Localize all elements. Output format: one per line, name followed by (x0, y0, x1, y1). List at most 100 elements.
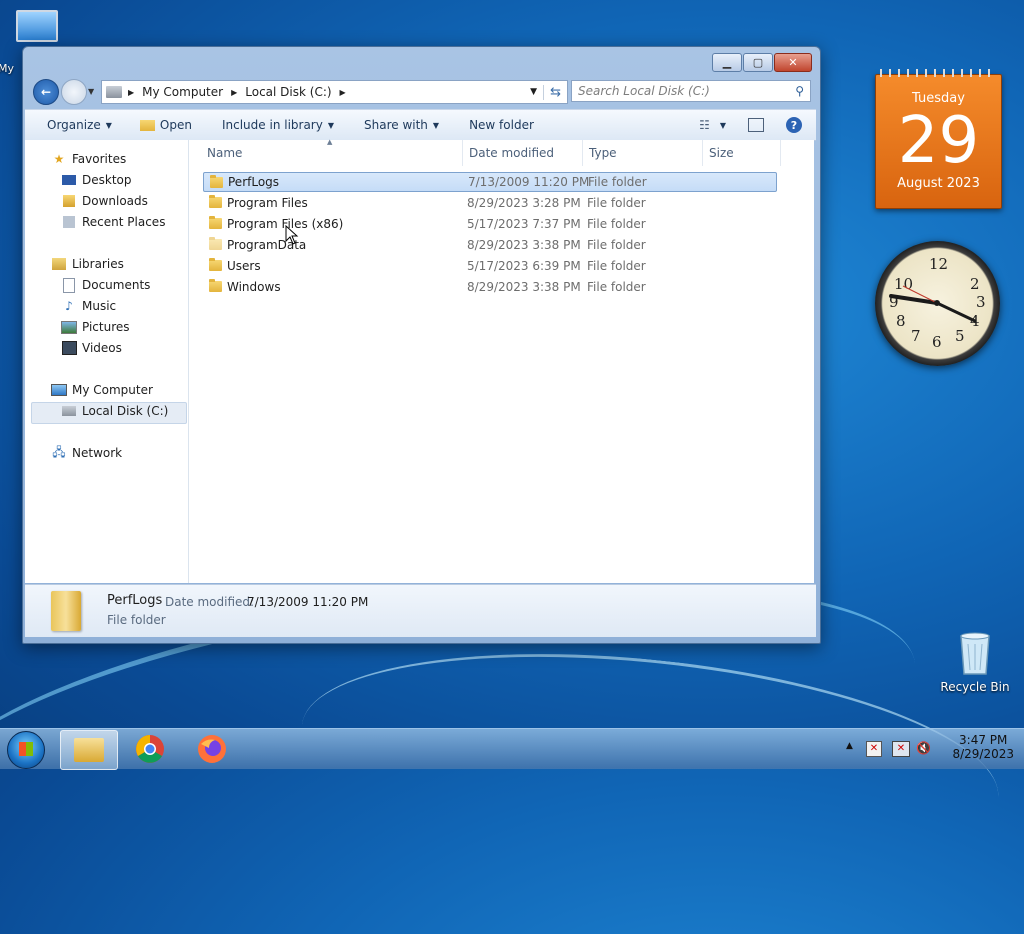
nav-item-favorites[interactable]: ★ Favorites (51, 152, 127, 166)
volume-muted-icon[interactable]: 🔇 (916, 741, 931, 755)
nav-label: My Computer (72, 383, 153, 397)
address-bar[interactable]: ▶ My Computer ▶ Local Disk (C:) ▶ ▼ ⇆ (101, 80, 568, 104)
back-arrow-icon: ← (40, 85, 52, 99)
taskbar-chrome-button[interactable] (122, 730, 178, 768)
address-dropdown[interactable]: ▼ (530, 87, 537, 97)
file-name: PerfLogs (228, 175, 280, 189)
folder-icon (210, 175, 223, 188)
file-type: File folder (588, 175, 647, 189)
desktop-icon-label: Recycle Bin (940, 680, 1010, 694)
view-options-button[interactable]: ☷ ▼ (699, 118, 726, 132)
start-button[interactable] (7, 731, 45, 769)
nav-label: Desktop (82, 173, 132, 187)
column-header-type[interactable]: Type (583, 140, 703, 166)
system-clock[interactable]: 3:47 PM 8/29/2023 (952, 733, 1014, 761)
folder-icon (209, 237, 222, 250)
column-header-size[interactable]: Size (703, 140, 781, 166)
nav-item-pictures[interactable]: Pictures (61, 320, 130, 334)
nav-item-network[interactable]: 🖧 Network (51, 445, 123, 461)
maximize-button[interactable]: ▢ (743, 53, 773, 72)
nav-item-libraries[interactable]: Libraries (51, 257, 124, 271)
nav-item-recent-places[interactable]: Recent Places (61, 215, 165, 229)
nav-label: Network (72, 446, 123, 460)
file-date: 5/17/2023 7:37 PM (467, 217, 581, 231)
column-header-date[interactable]: Date modified (463, 140, 583, 166)
details-name: PerfLogs (107, 593, 163, 608)
open-label: Open (159, 118, 192, 132)
file-row[interactable]: PerfLogs 7/13/2009 11:20 PM File folder (203, 172, 777, 192)
folder-icon (209, 195, 222, 208)
chevron-right-icon[interactable]: ▶ (340, 88, 346, 97)
file-row[interactable]: Windows 8/29/2023 3:38 PM File folder (203, 277, 777, 297)
recycle-bin-icon (960, 632, 990, 675)
file-name: Users (227, 259, 261, 273)
breadcrumb-my-computer[interactable]: My Computer (142, 85, 223, 99)
back-button[interactable]: ← (33, 79, 59, 105)
clock-gadget[interactable]: 12 2 3 4 5 6 7 8 9 10 (875, 241, 1000, 366)
organize-button[interactable]: Organize ▼ (47, 118, 112, 132)
include-in-library-button[interactable]: Include in library ▼ (222, 118, 334, 132)
file-list: ▲ Name Date modified Type Size PerfLogs … (189, 138, 814, 583)
windows-logo-icon (19, 742, 33, 756)
preview-pane-button[interactable] (748, 118, 764, 132)
taskbar-explorer-button[interactable] (60, 730, 118, 770)
open-button[interactable]: Open (139, 118, 192, 132)
show-hidden-icons-button[interactable]: ▲ (846, 741, 853, 751)
folder-large-icon (51, 591, 81, 631)
explorer-window[interactable]: ▁ ▢ ✕ ← ▼ ▶ My Computer ▶ Local Disk (C:… (22, 46, 821, 644)
close-button[interactable]: ✕ (774, 53, 812, 72)
music-icon: ♪ (65, 299, 73, 313)
clock-date: 8/29/2023 (952, 747, 1014, 761)
help-button[interactable]: ? (786, 117, 802, 133)
nav-item-videos[interactable]: Videos (61, 341, 122, 355)
nav-label: Pictures (82, 320, 130, 334)
nav-label: Documents (82, 278, 151, 292)
chevron-right-icon[interactable]: ▶ (231, 88, 237, 97)
forward-button[interactable] (61, 79, 87, 105)
nav-item-downloads[interactable]: Downloads (61, 194, 148, 208)
new-folder-button[interactable]: New folder (469, 118, 534, 132)
star-icon: ★ (53, 152, 65, 166)
organize-label: Organize (47, 118, 101, 132)
nav-label: Videos (82, 341, 122, 355)
nav-item-desktop[interactable]: Desktop (61, 173, 132, 187)
taskbar-firefox-button[interactable] (184, 730, 240, 768)
network-status-icon[interactable]: ✕ (892, 741, 910, 757)
column-header-label: Type (589, 146, 617, 160)
chevron-right-icon[interactable]: ▶ (128, 88, 134, 97)
nav-item-music[interactable]: ♪ Music (61, 299, 116, 313)
nav-item-local-disk[interactable]: Local Disk (C:) (61, 404, 168, 418)
search-icon[interactable]: ⚲ (795, 84, 804, 98)
recent-pages-dropdown[interactable]: ▼ (88, 87, 94, 96)
calendar-rings (880, 69, 997, 77)
nav-label: Libraries (72, 257, 124, 271)
calendar-gadget[interactable]: Tuesday 29 August 2023 (875, 69, 1002, 209)
firefox-icon (198, 735, 226, 763)
nav-item-documents[interactable]: Documents (61, 277, 151, 293)
file-row[interactable]: Users 5/17/2023 6:39 PM File folder (203, 256, 777, 276)
refresh-icon[interactable]: ⇆ (543, 84, 567, 100)
chrome-icon (136, 735, 164, 763)
action-center-icon[interactable]: ✕ (866, 741, 882, 757)
file-type: File folder (587, 196, 646, 210)
caption-buttons: ▁ ▢ ✕ (711, 53, 812, 72)
nav-item-my-computer[interactable]: My Computer (51, 383, 153, 397)
minimize-button[interactable]: ▁ (712, 53, 742, 72)
computer-icon (16, 10, 58, 42)
share-with-button[interactable]: Share with ▼ (364, 118, 439, 132)
file-type: File folder (587, 280, 646, 294)
calendar-month-year: August 2023 (897, 176, 980, 191)
file-row[interactable]: Program Files 8/29/2023 3:28 PM File fol… (203, 193, 777, 213)
desktop-icon-recycle-bin[interactable]: Recycle Bin (940, 630, 1010, 694)
file-type: File folder (587, 238, 646, 252)
calendar-day: 29 (897, 104, 980, 178)
downloads-icon (61, 194, 77, 208)
breadcrumb-local-disk[interactable]: Local Disk (C:) (245, 85, 331, 99)
column-header-name[interactable]: Name (201, 140, 463, 166)
column-header-label: Name (207, 146, 243, 160)
clock-time: 3:47 PM (959, 733, 1008, 747)
caret-icon: ▼ (719, 120, 726, 130)
search-input[interactable]: Search Local Disk (C:) ⚲ (571, 80, 811, 102)
view-icon: ☷ (699, 118, 710, 132)
desktop-icon (61, 173, 77, 187)
